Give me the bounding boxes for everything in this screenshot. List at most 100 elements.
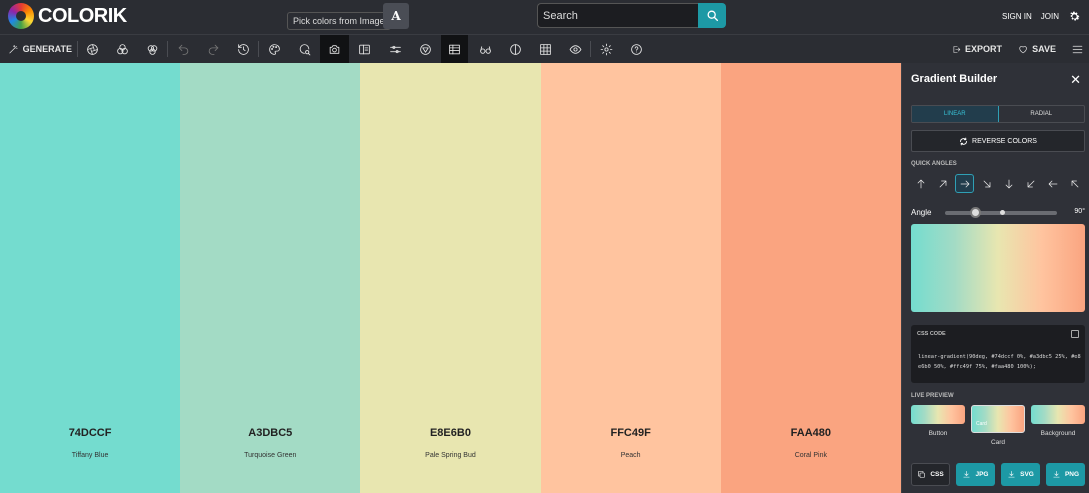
preview-card-sample: Card bbox=[971, 405, 1025, 433]
save-button[interactable]: SAVE bbox=[1018, 35, 1056, 63]
color-hex[interactable]: FAA480 bbox=[721, 427, 901, 439]
download-icon bbox=[1008, 471, 1015, 478]
settings-button[interactable] bbox=[597, 35, 615, 63]
gear-icon bbox=[600, 43, 612, 55]
adjust-button[interactable] bbox=[386, 35, 404, 63]
pick-from-image-button[interactable] bbox=[320, 35, 349, 63]
search-palette-button[interactable] bbox=[295, 35, 313, 63]
menu-button[interactable] bbox=[1069, 35, 1085, 63]
download-icon bbox=[1053, 471, 1060, 478]
color-column[interactable]: A3DBC5 Turquoise Green bbox=[180, 63, 361, 493]
slider-marker bbox=[1000, 210, 1005, 215]
color-filter-button[interactable] bbox=[416, 35, 434, 63]
tab-radial[interactable]: RADIAL bbox=[999, 106, 1085, 122]
venn-icon bbox=[147, 44, 157, 55]
gradient-builder-button[interactable] bbox=[441, 35, 468, 63]
preview-card-inner: Card bbox=[976, 421, 987, 427]
color-hex[interactable]: A3DBC5 bbox=[180, 427, 360, 439]
angle-up-right-button[interactable] bbox=[933, 174, 952, 193]
angle-down-button[interactable] bbox=[999, 174, 1018, 193]
glasses-icon bbox=[479, 45, 491, 54]
copy-css-button[interactable]: CSS bbox=[911, 463, 950, 486]
settings-gear-icon[interactable] bbox=[1068, 10, 1081, 23]
copy-icon bbox=[918, 471, 926, 478]
preview-background-label: Background bbox=[1040, 430, 1076, 437]
preview-button-label: Button bbox=[928, 430, 948, 437]
grid-view-button[interactable] bbox=[536, 35, 554, 63]
help-button[interactable] bbox=[627, 35, 645, 63]
reverse-colors-button[interactable]: REVERSE COLORS bbox=[911, 130, 1085, 152]
paint-palette-button[interactable] bbox=[265, 35, 283, 63]
palette-icon bbox=[268, 43, 280, 55]
live-preview-label: LIVE PREVIEW bbox=[911, 393, 954, 399]
angle-down-left-button[interactable] bbox=[1021, 174, 1040, 193]
search-input[interactable] bbox=[537, 3, 698, 28]
export-label: EXPORT bbox=[964, 44, 1002, 54]
search-icon bbox=[707, 10, 718, 22]
preview-card-label: Card bbox=[990, 439, 1006, 446]
angle-slider-handle[interactable] bbox=[970, 207, 981, 218]
angle-down-right-button[interactable] bbox=[977, 174, 996, 193]
palette-wheel-button[interactable] bbox=[83, 35, 101, 63]
palette-search-icon bbox=[299, 43, 310, 55]
grid-icon bbox=[539, 43, 551, 55]
sliders-icon bbox=[389, 45, 401, 53]
color-mix-button[interactable] bbox=[143, 35, 161, 63]
export-button[interactable]: EXPORT bbox=[952, 35, 1002, 63]
search-button[interactable] bbox=[698, 3, 726, 28]
color-name: Peach bbox=[620, 452, 641, 459]
contrast-icon bbox=[509, 43, 521, 55]
app-name: COLORIK bbox=[38, 4, 127, 27]
undo-icon bbox=[178, 44, 188, 55]
color-blend-button[interactable] bbox=[113, 35, 131, 63]
color-column[interactable]: E8E6B0 Pale Spring Bud bbox=[360, 63, 541, 493]
arrow-down-right-icon bbox=[983, 180, 990, 187]
color-column[interactable]: FAA480 Coral Pink bbox=[720, 63, 901, 493]
panel-view-button[interactable] bbox=[355, 35, 373, 63]
css-code-box: CSS CODE linear-gradient(90deg, #74dccf … bbox=[911, 325, 1085, 383]
arrow-down-left-icon bbox=[1027, 180, 1034, 187]
color-name: Pale Spring Bud bbox=[425, 452, 476, 459]
angle-value: 90° bbox=[1074, 208, 1085, 215]
angle-right-button[interactable] bbox=[955, 174, 974, 193]
font-button[interactable]: A bbox=[383, 3, 409, 29]
logo[interactable]: COLORIK bbox=[8, 3, 127, 29]
preview-button[interactable] bbox=[566, 35, 584, 63]
color-hex[interactable]: 74DCCF bbox=[0, 427, 180, 439]
angle-left-button[interactable] bbox=[1043, 174, 1062, 193]
tab-linear[interactable]: LINEAR bbox=[912, 106, 999, 122]
join-link[interactable]: JOIN bbox=[1041, 12, 1059, 21]
angle-label: Angle bbox=[911, 208, 932, 217]
color-hex[interactable]: FFC49F bbox=[541, 427, 721, 439]
angle-up-button[interactable] bbox=[911, 174, 930, 193]
close-icon[interactable]: ✕ bbox=[1070, 72, 1081, 88]
download-jpg-button[interactable]: JPG bbox=[956, 463, 995, 486]
history-icon bbox=[237, 43, 249, 55]
download-png-button[interactable]: PNG bbox=[1046, 463, 1085, 486]
colorblind-button[interactable] bbox=[476, 35, 494, 63]
css-code[interactable]: linear-gradient(90deg, #74dccf 0%, #a3db… bbox=[918, 353, 1082, 372]
color-hex[interactable]: E8E6B0 bbox=[360, 427, 540, 439]
color-column[interactable]: FFC49F Peach bbox=[540, 63, 721, 493]
palette: 74DCCF Tiffany Blue A3DBC5 Turquoise Gre… bbox=[0, 63, 901, 493]
contrast-button[interactable] bbox=[506, 35, 524, 63]
gradient-table-icon bbox=[449, 44, 460, 54]
color-name: Turquoise Green bbox=[244, 452, 297, 459]
angle-up-left-button[interactable] bbox=[1065, 174, 1084, 193]
copy-icon[interactable] bbox=[1071, 330, 1079, 338]
history-button[interactable] bbox=[234, 35, 252, 63]
generate-button[interactable]: GENERATE bbox=[8, 35, 72, 63]
export-icon bbox=[953, 45, 961, 53]
gradient-preview bbox=[911, 224, 1085, 312]
panel-title: Gradient Builder bbox=[911, 73, 998, 85]
undo-button[interactable] bbox=[174, 35, 192, 63]
preview-background-sample bbox=[1031, 405, 1085, 424]
color-column[interactable]: 74DCCF Tiffany Blue bbox=[0, 63, 181, 493]
preview-button-sample bbox=[911, 405, 965, 424]
angle-slider[interactable] bbox=[945, 207, 1057, 218]
download-svg-button[interactable]: SVG bbox=[1001, 463, 1040, 486]
redo-button[interactable] bbox=[204, 35, 222, 63]
aperture-icon bbox=[86, 43, 98, 55]
sign-in-link[interactable]: SIGN IN bbox=[1002, 12, 1032, 21]
arrow-up-left-icon bbox=[1071, 180, 1078, 187]
